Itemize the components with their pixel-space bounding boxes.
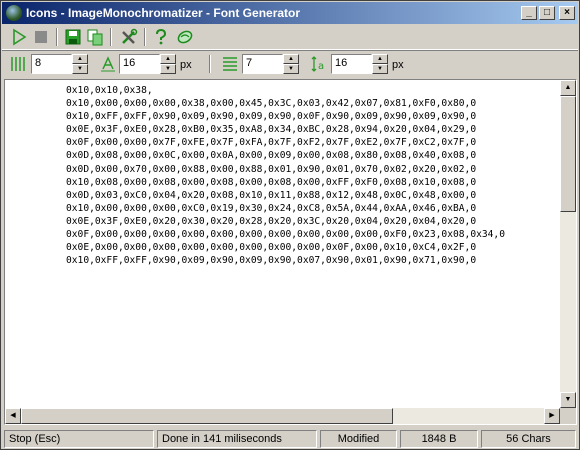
title-bar[interactable]: Icons - ImageMonochromatizer - Font Gene… xyxy=(2,2,578,24)
spinner-up-icon[interactable]: ▲ xyxy=(283,54,299,64)
app-window: Icons - ImageMonochromatizer - Font Gene… xyxy=(0,0,580,450)
status-bar: Stop (Esc) Done in 141 miliseconds Modif… xyxy=(2,428,578,449)
code-line[interactable]: 0x0D,0x00,0x70,0x00,0x88,0x00,0x88,0x01,… xyxy=(66,164,476,175)
spacing-input[interactable]: 16 xyxy=(331,54,372,74)
help-icon[interactable] xyxy=(152,28,170,46)
spinner-down-icon[interactable]: ▼ xyxy=(283,64,299,74)
lines-input[interactable]: 7 xyxy=(242,54,283,74)
code-line[interactable]: 0x0E,0x3F,0xE0,0x20,0x30,0x20,0x28,0x20,… xyxy=(66,216,476,227)
width-spinner[interactable]: ▲ ▼ xyxy=(72,54,88,74)
status-chars: 56 Chars xyxy=(481,430,576,448)
code-line[interactable]: 0x0D,0x08,0x00,0x0C,0x00,0x0A,0x00,0x09,… xyxy=(66,150,476,161)
status-size: 1848 B xyxy=(400,430,478,448)
code-line[interactable]: 0x10,0x00,0x00,0x00,0x38,0x00,0x45,0x3C,… xyxy=(66,98,476,109)
copy-icon[interactable] xyxy=(86,28,104,46)
main-toolbar xyxy=(2,25,578,50)
code-line[interactable]: 0x0E,0x3F,0xE0,0x28,0xB0,0x35,0xA8,0x34,… xyxy=(66,124,476,135)
save-icon[interactable] xyxy=(64,28,82,46)
spinner-down-icon[interactable]: ▼ xyxy=(72,64,88,74)
minimize-button[interactable]: _ xyxy=(521,6,537,20)
settings-toolbar: 8 ▲ ▼ 16 ▲ ▼ px 7 ▲ ▼ a 16 ▲ ▼ px xyxy=(2,50,578,79)
height-unit-label: px xyxy=(180,59,192,71)
width-input[interactable]: 8 xyxy=(31,54,72,74)
code-line[interactable]: 0x0E,0x00,0x00,0x00,0x00,0x00,0x00,0x00,… xyxy=(66,242,476,253)
spacing-spinner[interactable]: ▲ ▼ xyxy=(372,54,388,74)
code-line[interactable]: 0x10,0xFF,0xFF,0x90,0x09,0x90,0x09,0x90,… xyxy=(66,111,476,122)
horizontal-scrollbar[interactable]: ◀ ▶ xyxy=(5,408,560,424)
maximize-button[interactable]: □ xyxy=(539,6,555,20)
vertical-scroll-thumb[interactable] xyxy=(560,96,576,212)
code-line[interactable]: 0x0F,0x00,0x00,0x00,0x00,0x00,0x00,0x00,… xyxy=(66,229,505,240)
spinner-down-icon[interactable]: ▼ xyxy=(372,64,388,74)
code-line[interactable]: 0x10,0x08,0x00,0x08,0x00,0x08,0x00,0x08,… xyxy=(66,177,476,188)
close-button[interactable]: × xyxy=(559,6,575,20)
code-line[interactable]: 0x10,0x00,0x00,0x00,0xC0,0x19,0x30,0x24,… xyxy=(66,203,476,214)
svg-text:a: a xyxy=(318,61,324,72)
app-icon[interactable] xyxy=(6,5,22,21)
play-icon[interactable] xyxy=(10,28,28,46)
lines-icon xyxy=(223,57,237,71)
status-action: Stop (Esc) xyxy=(4,430,154,448)
vertical-scrollbar[interactable]: ▲ ▼ xyxy=(560,80,576,408)
status-modified: Modified xyxy=(320,430,397,448)
status-message: Done in 141 miliseconds xyxy=(157,430,317,448)
scroll-down-button[interactable]: ▼ xyxy=(560,392,576,408)
about-icon[interactable] xyxy=(176,28,194,46)
toolbar-separator xyxy=(144,28,146,46)
spinner-up-icon[interactable]: ▲ xyxy=(372,54,388,64)
height-input[interactable]: 16 xyxy=(119,54,160,74)
scroll-up-button[interactable]: ▲ xyxy=(560,80,576,96)
code-line[interactable]: 0x10,0x10,0x38, xyxy=(66,85,153,96)
window-title: Icons - ImageMonochromatizer - Font Gene… xyxy=(26,6,301,20)
spinner-up-icon[interactable]: ▲ xyxy=(160,54,176,64)
spinner-up-icon[interactable]: ▲ xyxy=(72,54,88,64)
horizontal-scroll-thumb[interactable] xyxy=(21,408,393,424)
code-line[interactable]: 0x0D,0x03,0xC0,0x04,0x20,0x08,0x10,0x11,… xyxy=(66,190,476,201)
spinner-down-icon[interactable]: ▼ xyxy=(160,64,176,74)
scroll-right-button[interactable]: ▶ xyxy=(544,408,560,424)
spacing-unit-label: px xyxy=(392,59,404,71)
toolbar-separator xyxy=(209,55,211,73)
spacing-icon: a xyxy=(311,56,324,72)
tools-icon[interactable] xyxy=(120,28,138,46)
code-line[interactable]: 0x0F,0x00,0x00,0x7F,0xFE,0x7F,0xFA,0x7F,… xyxy=(66,137,476,148)
code-text[interactable]: 0x10,0x10,0x38, 0x10,0x00,0x00,0x00,0x38… xyxy=(66,84,505,267)
height-spinner[interactable]: ▲ ▼ xyxy=(160,54,176,74)
code-editor[interactable]: 0x10,0x10,0x38, 0x10,0x00,0x00,0x00,0x38… xyxy=(4,79,577,425)
scroll-left-button[interactable]: ◀ xyxy=(5,408,21,424)
scroll-corner xyxy=(560,408,576,424)
lines-spinner[interactable]: ▲ ▼ xyxy=(283,54,299,74)
font-height-icon xyxy=(101,56,115,72)
toolbar-separator xyxy=(110,28,112,46)
stop-icon[interactable] xyxy=(32,28,50,46)
toolbar-separator xyxy=(56,28,58,46)
code-line[interactable]: 0x10,0xFF,0xFF,0x90,0x09,0x90,0x09,0x90,… xyxy=(66,255,476,266)
columns-icon xyxy=(11,57,25,71)
